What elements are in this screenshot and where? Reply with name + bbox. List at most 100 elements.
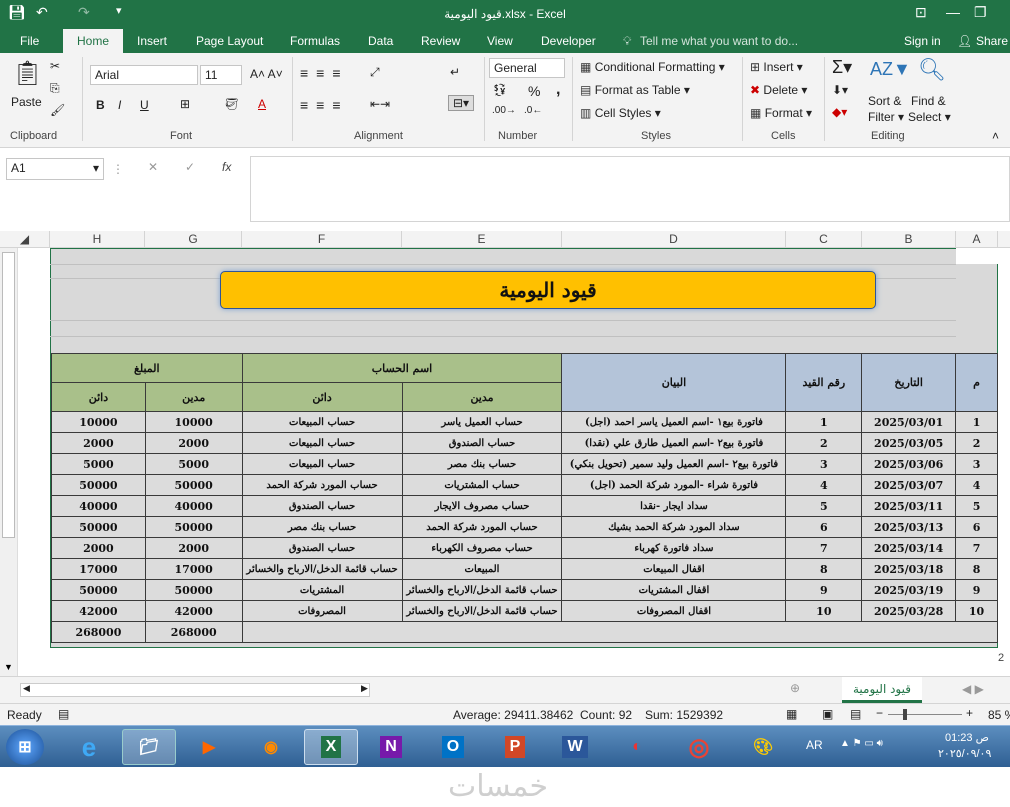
cell-debit-acc[interactable]: حساب الصندوق — [401, 432, 563, 454]
sheet-tab-active[interactable]: قيود اليومية — [842, 677, 922, 703]
italic-button[interactable]: I — [118, 98, 121, 112]
borders-icon[interactable]: ⊞ — [180, 97, 190, 111]
firefox-icon[interactable]: ◉ — [244, 729, 298, 765]
wrap-text-icon[interactable]: ↵ — [450, 65, 460, 79]
cell-credit[interactable]: 50000 — [51, 474, 146, 496]
column-header[interactable]: H — [50, 231, 145, 248]
font-color-icon[interactable]: A — [258, 97, 266, 111]
cell-debit-acc[interactable]: حساب قائمة الدخل/الارباح والخسائر — [401, 579, 563, 601]
vertical-align-icons[interactable]: ≡≡≡ — [300, 65, 349, 81]
tray-icons[interactable]: ▲ ⚑ ▭ 🔊︎ — [840, 738, 883, 749]
cell-credit[interactable]: 10000 — [51, 411, 146, 433]
find-icon[interactable]: 🔍︎ — [918, 57, 946, 83]
filter-label[interactable]: Filter ▾ — [868, 110, 904, 124]
cell-desc[interactable]: اقفال المشتريات — [561, 579, 787, 601]
cell-debit[interactable]: 40000 — [144, 495, 243, 517]
cell-debit-acc[interactable]: حساب مصروف الكهرباء — [401, 537, 563, 559]
tab-file[interactable]: File — [20, 34, 39, 48]
cell-no[interactable]: 4 — [785, 474, 863, 496]
select-label[interactable]: Select ▾ — [908, 110, 951, 124]
sheet-scroll-icons[interactable]: ◀ ▶ — [962, 682, 984, 696]
clock-time[interactable]: 01:23 ص — [945, 731, 989, 744]
cell-desc[interactable]: سداد ايجار -نقدا — [561, 495, 787, 517]
column-header[interactable]: C — [786, 231, 862, 248]
cell-debit-acc[interactable]: حساب قائمة الدخل/الارباح والخسائر — [401, 600, 563, 622]
column-header[interactable]: F — [242, 231, 402, 248]
cell-no[interactable]: 9 — [785, 579, 863, 601]
cell-no[interactable]: 1 — [785, 411, 863, 433]
cell-debit-acc[interactable]: حساب المشتريات — [401, 474, 563, 496]
outlook-icon[interactable]: O — [426, 729, 480, 765]
cell-no[interactable]: 5 — [785, 495, 863, 517]
cell-m[interactable]: 5 — [955, 495, 998, 517]
vertical-scrollbar[interactable]: ▲ ▼ — [0, 248, 18, 676]
cell-date[interactable]: 2025/03/01 — [861, 411, 957, 433]
cell-desc[interactable]: اقفال المبيعات — [561, 558, 787, 580]
copy-icon[interactable]: ⎘ — [50, 81, 60, 96]
cell-debit[interactable]: 5000 — [144, 453, 243, 475]
cell-credit-acc[interactable]: حساب المورد شركة الحمد — [241, 474, 403, 496]
cell-m[interactable]: 2 — [955, 432, 998, 454]
horizontal-scrollbar[interactable]: ◀ ▶ — [20, 683, 370, 697]
cell-date[interactable]: 2025/03/14 — [861, 537, 957, 559]
underline-button[interactable]: U — [140, 98, 149, 112]
ribbon-display-icon[interactable]: ⊡ — [915, 4, 927, 21]
tab-developer[interactable]: Developer — [541, 34, 596, 48]
zoom-level[interactable]: 85 % — [988, 708, 1010, 722]
cell-debit[interactable]: 50000 — [144, 579, 243, 601]
font-size-select[interactable]: 11 — [200, 65, 242, 85]
tell-me-input[interactable]: Tell me what you want to do... — [640, 34, 798, 48]
cell-credit-acc[interactable]: حساب قائمة الدخل/الارباح والخسائر — [241, 558, 403, 580]
column-header[interactable]: A — [956, 231, 998, 248]
excel-taskbar-icon[interactable]: X — [304, 729, 358, 765]
cell-debit[interactable]: 17000 — [144, 558, 243, 580]
fill-color-icon[interactable]: 🪣︎ — [224, 97, 239, 111]
options-icon[interactable]: ⋮ — [112, 162, 124, 176]
cell-credit-acc[interactable]: حساب المبيعات — [241, 453, 403, 475]
formula-input[interactable] — [250, 156, 1010, 222]
sort-filter-button[interactable]: Sort & — [868, 94, 901, 108]
clear-icon[interactable]: ◆▾ — [832, 105, 847, 119]
start-button[interactable]: ⊞ — [6, 729, 44, 765]
restore-icon[interactable]: ❐ — [974, 4, 987, 21]
column-header[interactable]: D — [562, 231, 786, 248]
tab-insert[interactable]: Insert — [137, 34, 167, 48]
cell-debit-acc[interactable]: حساب مصروف الايجار — [401, 495, 563, 517]
cell-no[interactable]: 8 — [785, 558, 863, 580]
tab-formulas[interactable]: Formulas — [290, 34, 340, 48]
delete-cells-button[interactable]: ✖ Delete ▾ — [750, 83, 807, 97]
decrease-decimal-icon[interactable]: .0← — [524, 105, 542, 116]
paste-button[interactable]: Paste — [11, 95, 42, 109]
onenote-icon[interactable]: N — [364, 729, 418, 765]
cell-m[interactable]: 7 — [955, 537, 998, 559]
explorer-icon[interactable]: 📁︎ — [122, 729, 176, 765]
worksheet[interactable]: ▲ ▼ قيود اليومية م التاريخ رقم القيد الب… — [0, 248, 1010, 676]
page-layout-view-icon[interactable]: ▣ — [822, 707, 833, 721]
cell-credit-acc[interactable]: المشتريات — [241, 579, 403, 601]
cell-debit[interactable]: 42000 — [144, 600, 243, 622]
cell-desc[interactable]: اقفال المصروفات — [561, 600, 787, 622]
cell-date[interactable]: 2025/03/13 — [861, 516, 957, 538]
zoom-in-icon[interactable]: + — [966, 706, 973, 720]
cell-date[interactable]: 2025/03/28 — [861, 600, 957, 622]
cell-m[interactable]: 3 — [955, 453, 998, 475]
comma-button[interactable]: , — [556, 81, 560, 99]
cell-m[interactable]: 8 — [955, 558, 998, 580]
tab-home[interactable]: Home — [63, 29, 124, 53]
autosum-icon[interactable]: Σ▾ — [832, 57, 852, 78]
cell-m[interactable]: 6 — [955, 516, 998, 538]
fill-icon[interactable]: ⬇▾ — [832, 83, 848, 97]
cell-debit[interactable]: 50000 — [144, 474, 243, 496]
cell-date[interactable]: 2025/03/07 — [861, 474, 957, 496]
cell-debit[interactable]: 50000 — [144, 516, 243, 538]
cell-credit-acc[interactable]: حساب الصندوق — [241, 495, 403, 517]
column-header[interactable]: E — [402, 231, 562, 248]
cell-date[interactable]: 2025/03/18 — [861, 558, 957, 580]
language-indicator[interactable]: AR — [806, 738, 823, 752]
format-cells-button[interactable]: ▦ Format ▾ — [750, 106, 812, 120]
currency-icon[interactable]: 💱︎ — [492, 83, 507, 97]
find-select-button[interactable]: Find & — [911, 94, 946, 108]
cell-desc[interactable]: فاتورة بيع٢ -اسم العميل وليد سمير (تحويل… — [561, 453, 787, 475]
cell-no[interactable]: 3 — [785, 453, 863, 475]
cell-credit[interactable]: 5000 — [51, 453, 146, 475]
